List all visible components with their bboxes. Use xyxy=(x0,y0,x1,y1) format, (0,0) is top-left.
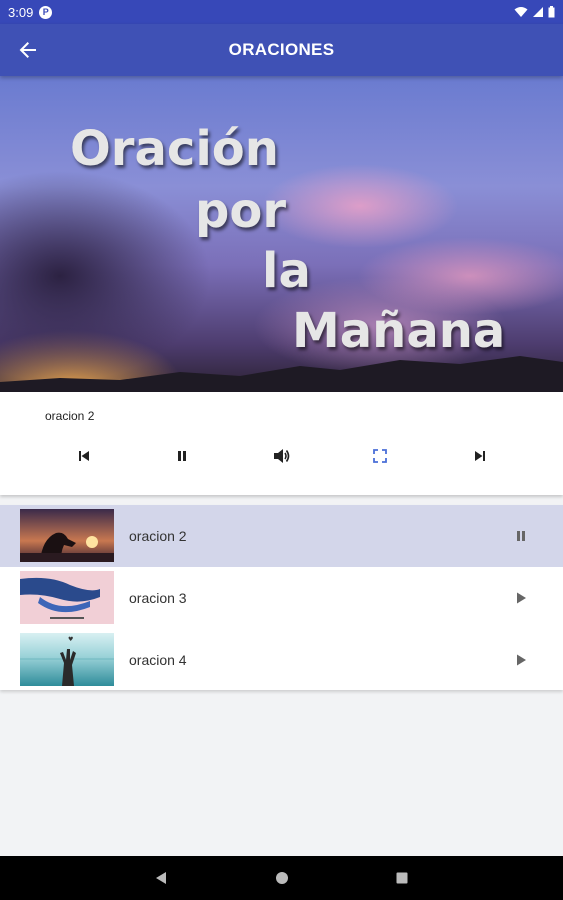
pause-icon xyxy=(517,531,525,541)
current-track-label: oracion 2 xyxy=(45,409,95,423)
skip-previous-icon xyxy=(79,451,89,461)
notification-badge: P xyxy=(39,5,53,19)
status-time: 3:09 xyxy=(8,4,34,20)
player-controls xyxy=(0,442,563,470)
hero-text-line-4: Mañana xyxy=(292,303,506,359)
list-item[interactable]: ♥ oracion 4 xyxy=(0,629,563,691)
next-button[interactable] xyxy=(466,442,494,470)
skip-next-icon xyxy=(475,451,485,461)
play-icon xyxy=(517,654,526,666)
row-play-button[interactable] xyxy=(510,587,532,609)
volume-button[interactable] xyxy=(268,442,296,470)
hero-text-line-3: la xyxy=(262,243,311,299)
nav-home-icon xyxy=(276,872,288,884)
hero-text-line-1: Oración xyxy=(70,121,279,177)
system-nav-bar xyxy=(0,856,563,900)
row-pause-button[interactable] xyxy=(510,525,532,547)
previous-button[interactable] xyxy=(70,442,98,470)
playlist: oracion 2 oracion 3 ♥ oracion 4 xyxy=(0,505,563,690)
row-play-button[interactable] xyxy=(510,649,532,671)
wifi-icon xyxy=(514,7,528,17)
thumbnail-sunset-prayer xyxy=(20,509,114,562)
nav-home-button[interactable] xyxy=(271,867,293,889)
hero-text-line-2: por xyxy=(195,183,287,239)
play-icon xyxy=(517,592,526,604)
hero-image: Oración por la Mañana xyxy=(0,76,563,392)
pause-button[interactable] xyxy=(168,442,196,470)
list-item[interactable]: oracion 2 xyxy=(0,505,563,567)
media-player: oracion 2 xyxy=(0,392,563,495)
list-item-label: oracion 3 xyxy=(129,590,187,606)
svg-text:♥: ♥ xyxy=(68,636,73,643)
volume-icon xyxy=(274,449,290,463)
fullscreen-button[interactable] xyxy=(366,442,394,470)
list-item-label: oracion 4 xyxy=(129,652,187,668)
nav-recents-icon xyxy=(396,872,408,884)
nav-back-icon xyxy=(156,872,166,884)
fullscreen-icon xyxy=(373,449,387,463)
thumbnail-hands xyxy=(20,571,114,624)
battery-icon xyxy=(548,6,555,18)
thumbnail-hand-sea: ♥ xyxy=(20,633,114,686)
back-button[interactable] xyxy=(12,34,44,66)
signal-icon xyxy=(533,7,543,17)
list-item[interactable]: oracion 3 xyxy=(0,567,563,629)
arrow-back-icon xyxy=(19,42,36,58)
page-title: ORACIONES xyxy=(228,40,335,59)
status-icons xyxy=(514,6,555,18)
app-bar: ORACIONES xyxy=(0,24,563,76)
nav-back-button[interactable] xyxy=(150,867,172,889)
status-bar: 3:09 P xyxy=(0,0,563,24)
nav-recents-button[interactable] xyxy=(391,867,413,889)
list-item-label: oracion 2 xyxy=(129,528,187,544)
pause-icon xyxy=(178,451,186,461)
